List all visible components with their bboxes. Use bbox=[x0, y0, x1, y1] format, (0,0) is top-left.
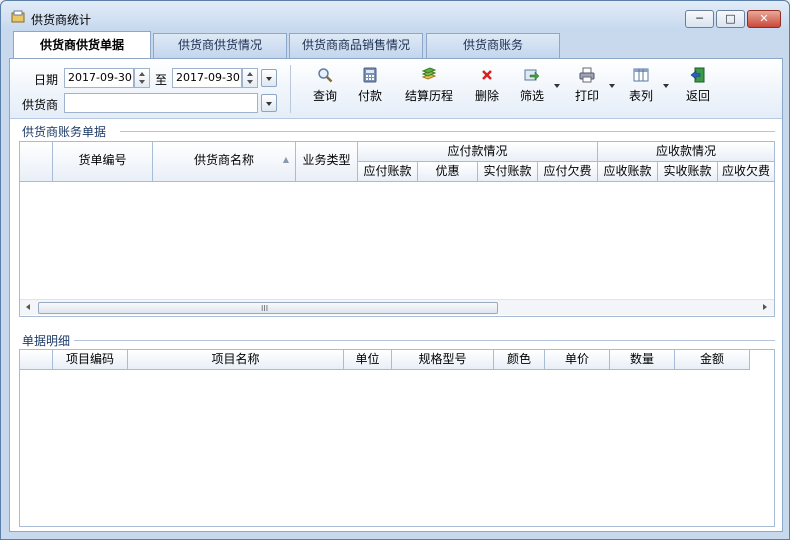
date-from-spinner[interactable] bbox=[134, 68, 150, 88]
docs-hscrollbar[interactable]: III bbox=[20, 299, 774, 315]
scroll-thumb[interactable]: III bbox=[38, 302, 498, 314]
spin-up-icon bbox=[139, 72, 145, 76]
col-price[interactable]: 单价 bbox=[545, 350, 610, 370]
col-receivable-owed[interactable]: 应收欠费 bbox=[718, 162, 774, 182]
chevron-down-icon bbox=[609, 84, 615, 88]
pay-button[interactable]: 付款 bbox=[355, 67, 385, 111]
columns-icon bbox=[633, 68, 649, 82]
magnifier-icon bbox=[318, 68, 333, 83]
spin-up-icon bbox=[247, 72, 253, 76]
date-from-input[interactable]: 2017-09-30 bbox=[64, 68, 134, 88]
date-to-spinner[interactable] bbox=[242, 68, 258, 88]
col-spec[interactable]: 规格型号 bbox=[392, 350, 494, 370]
date-label: 日期 bbox=[34, 73, 59, 87]
tab-supplier-sales[interactable]: 供货商商品销售情况 bbox=[289, 33, 423, 58]
col-supplier-name[interactable]: 供货商名称 ▲ bbox=[153, 142, 296, 182]
sort-asc-icon: ▲ bbox=[282, 155, 289, 164]
tab-supplier-supply[interactable]: 供货商供货情况 bbox=[153, 33, 287, 58]
col-receivable-amount[interactable]: 应收账款 bbox=[598, 162, 658, 182]
exit-door-icon bbox=[690, 67, 705, 83]
title-bar: 供货商统计 ─ □ ✕ bbox=[1, 1, 789, 31]
print-button[interactable]: 打印 bbox=[573, 67, 615, 111]
scroll-left-icon bbox=[26, 304, 30, 310]
date-preset-dropdown[interactable] bbox=[261, 69, 277, 87]
col-group-payable: 应付款情况 bbox=[358, 142, 598, 162]
query-button[interactable]: 查询 bbox=[310, 67, 340, 111]
section-divider bbox=[120, 131, 775, 132]
filter-icon bbox=[524, 69, 540, 81]
printer-icon bbox=[579, 67, 595, 83]
col-discount[interactable]: 优惠 bbox=[418, 162, 478, 182]
col-item-name[interactable]: 项目名称 bbox=[128, 350, 344, 370]
row-header-corner bbox=[20, 142, 53, 182]
col-received-amount[interactable]: 实收账款 bbox=[658, 162, 718, 182]
col-unit[interactable]: 单位 bbox=[344, 350, 392, 370]
col-doc-no[interactable]: 货单编号 bbox=[53, 142, 153, 182]
col-group-receivable: 应收款情况 bbox=[598, 142, 774, 162]
section-detail-title: 单据明细 bbox=[22, 334, 71, 348]
stack-icon bbox=[421, 67, 437, 80]
supplier-stats-window: 供货商统计 ─ □ ✕ 供货商供货单据 供货商供货情况 供货商商品销售情况 供货… bbox=[0, 0, 790, 540]
chevron-down-icon bbox=[663, 84, 669, 88]
columns-button[interactable]: 表列 bbox=[627, 67, 669, 111]
date-to-input[interactable]: 2017-09-30 bbox=[172, 68, 242, 88]
delete-button[interactable]: 删除 bbox=[472, 67, 502, 111]
col-amount[interactable]: 金额 bbox=[675, 350, 750, 370]
close-button[interactable]: ✕ bbox=[747, 10, 781, 28]
delete-label: 删除 bbox=[474, 89, 499, 103]
spin-down-icon bbox=[139, 80, 145, 84]
maximize-button[interactable]: □ bbox=[716, 10, 745, 28]
back-button[interactable]: 返回 bbox=[683, 67, 713, 111]
app-icon bbox=[11, 10, 25, 23]
minimize-icon: ─ bbox=[696, 12, 703, 25]
delete-x-icon bbox=[482, 70, 492, 80]
spin-down-icon bbox=[247, 80, 253, 84]
chevron-down-icon bbox=[266, 102, 272, 106]
col-payable-owed[interactable]: 应付欠费 bbox=[538, 162, 598, 182]
tab-supplier-accounts[interactable]: 供货商账务 bbox=[426, 33, 560, 58]
col-qty[interactable]: 数量 bbox=[610, 350, 675, 370]
window-title: 供货商统计 bbox=[31, 13, 92, 27]
docs-grid[interactable]: 货单编号 供货商名称 ▲ 业务类型 应付款情况 应付账款 优惠 实付账款 应付欠… bbox=[19, 141, 775, 317]
col-color[interactable]: 颜色 bbox=[494, 350, 545, 370]
maximize-icon: □ bbox=[725, 12, 736, 25]
history-label: 结算历程 bbox=[404, 89, 453, 103]
col-paid-amount[interactable]: 实付账款 bbox=[478, 162, 538, 182]
supplier-dropdown[interactable] bbox=[261, 94, 277, 112]
col-payable-amount[interactable]: 应付账款 bbox=[358, 162, 418, 182]
query-label: 查询 bbox=[312, 89, 337, 103]
tab-content: 日期 2017-09-30 至 2017-09-30 供货商 查询 付款 结算历… bbox=[9, 58, 783, 532]
toolbar-separator bbox=[290, 65, 291, 113]
filter-toolbar: 日期 2017-09-30 至 2017-09-30 供货商 查询 付款 结算历… bbox=[10, 59, 782, 119]
print-label: 打印 bbox=[575, 89, 600, 103]
row-header-corner bbox=[20, 350, 53, 370]
to-label: 至 bbox=[155, 73, 168, 87]
chevron-down-icon bbox=[266, 77, 272, 81]
filter-button[interactable]: 筛选 bbox=[518, 67, 560, 111]
col-biz-type[interactable]: 业务类型 bbox=[296, 142, 358, 182]
detail-grid[interactable]: 项目编码 项目名称 单位 规格型号 颜色 单价 数量 金额 bbox=[19, 349, 775, 527]
grip-icon: III bbox=[261, 304, 269, 313]
chevron-down-icon bbox=[554, 84, 560, 88]
columns-label: 表列 bbox=[629, 89, 654, 103]
section-divider bbox=[74, 340, 775, 341]
col-item-code[interactable]: 项目编码 bbox=[53, 350, 128, 370]
col-supplier-name-label: 供货商名称 bbox=[193, 153, 254, 167]
settlement-history-button[interactable]: 结算历程 bbox=[402, 67, 456, 111]
supplier-label: 供货商 bbox=[22, 98, 59, 112]
close-icon: ✕ bbox=[759, 12, 769, 25]
calculator-icon bbox=[363, 67, 377, 83]
pay-label: 付款 bbox=[357, 89, 382, 103]
filter-label: 筛选 bbox=[520, 89, 545, 103]
minimize-button[interactable]: ─ bbox=[685, 10, 714, 28]
section-docs-title: 供货商账务单据 bbox=[22, 125, 107, 139]
scroll-right-icon bbox=[763, 304, 767, 310]
back-label: 返回 bbox=[685, 89, 710, 103]
supplier-input[interactable] bbox=[64, 93, 258, 113]
tab-supplier-docs[interactable]: 供货商供货单据 bbox=[13, 31, 151, 58]
